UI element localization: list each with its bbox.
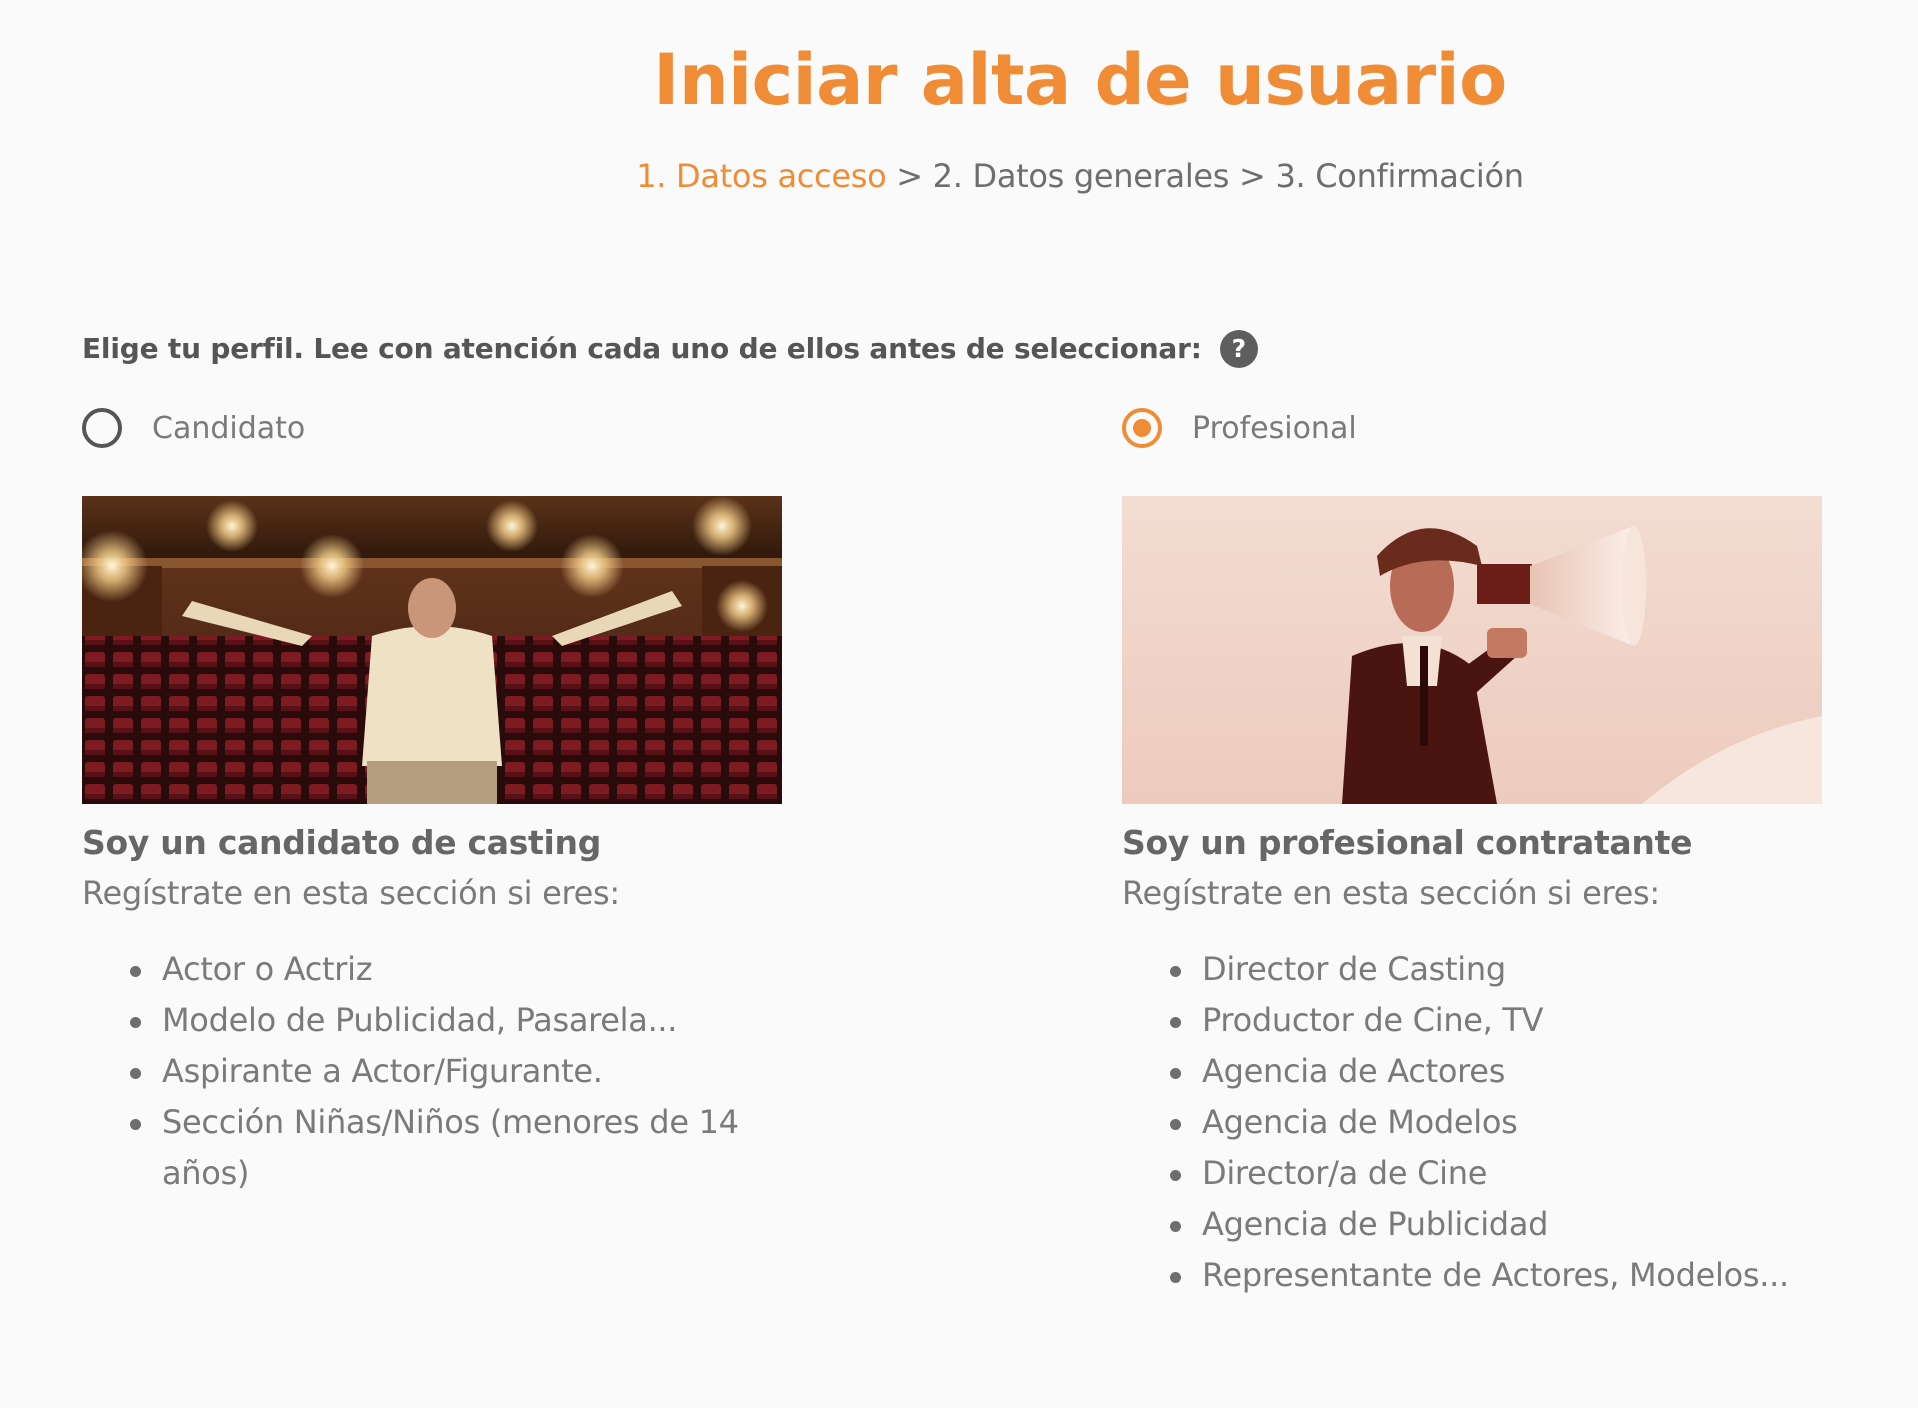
candidate-radio-option[interactable]: Candidato: [82, 400, 802, 456]
step-confirmacion: 3. Confirmación: [1275, 157, 1524, 195]
page-title: Iniciar alta de usuario: [653, 39, 1507, 121]
professional-radio-option[interactable]: Profesional: [1122, 400, 1842, 456]
signup-steps-breadcrumb: 1. Datos acceso > 2. Datos generales > 3…: [0, 156, 1918, 196]
list-item: Representante de Actores, Modelos...: [1170, 1250, 1842, 1301]
signup-page: Iniciar alta de usuario 1. Datos acceso …: [0, 0, 1918, 1408]
man-with-megaphone-photo: [1122, 496, 1822, 804]
theatre-photo-illustration: [82, 496, 782, 804]
candidate-subtitle: Regístrate en esta sección si eres:: [82, 874, 620, 912]
candidate-radio-label[interactable]: Candidato: [152, 411, 305, 446]
help-icon[interactable]: ?: [1219, 330, 1258, 368]
candidate-radio[interactable]: [82, 408, 122, 448]
list-item: Director/a de Cine: [1170, 1148, 1842, 1199]
list-item: Director de Casting: [1170, 944, 1842, 995]
professional-roles-list: Director de Casting Productor de Cine, T…: [1122, 944, 1842, 1301]
megaphone-photo-illustration: [1122, 496, 1822, 804]
professional-radio-label[interactable]: Profesional: [1192, 411, 1357, 446]
step-separator: >: [1229, 157, 1276, 195]
list-item: Sección Niñas/Niños (menores de 14 años): [130, 1097, 802, 1199]
list-item: Agencia de Publicidad: [1170, 1199, 1842, 1250]
list-item: Actor o Actriz: [130, 944, 802, 995]
list-item: Productor de Cine, TV: [1170, 995, 1842, 1046]
theatre-man-arms-open-photo: [82, 496, 782, 804]
professional-radio[interactable]: [1122, 408, 1162, 448]
profile-prompt: Elige tu perfil. Lee con atención cada u…: [82, 328, 1258, 370]
list-item: Aspirante a Actor/Figurante.: [130, 1046, 802, 1097]
candidate-profile: Candidato Soy un candidato de casting Re…: [82, 400, 802, 1199]
profile-prompt-text: Elige tu perfil. Lee con atención cada u…: [82, 332, 1202, 365]
candidate-title: Soy un candidato de casting: [82, 823, 602, 862]
professional-profile: Profesional Soy un profesional contratan…: [1122, 400, 1842, 1301]
step-separator: >: [886, 157, 933, 195]
step-datos-acceso: 1. Datos acceso: [636, 157, 887, 195]
professional-subtitle: Regístrate en esta sección si eres:: [1122, 874, 1660, 912]
list-item: Modelo de Publicidad, Pasarela...: [130, 995, 802, 1046]
list-item: Agencia de Modelos: [1170, 1097, 1842, 1148]
professional-title: Soy un profesional contratante: [1122, 823, 1693, 862]
list-item: Agencia de Actores: [1170, 1046, 1842, 1097]
candidate-roles-list: Actor o Actriz Modelo de Publicidad, Pas…: [82, 944, 802, 1199]
step-datos-generales: 2. Datos generales: [932, 157, 1230, 195]
